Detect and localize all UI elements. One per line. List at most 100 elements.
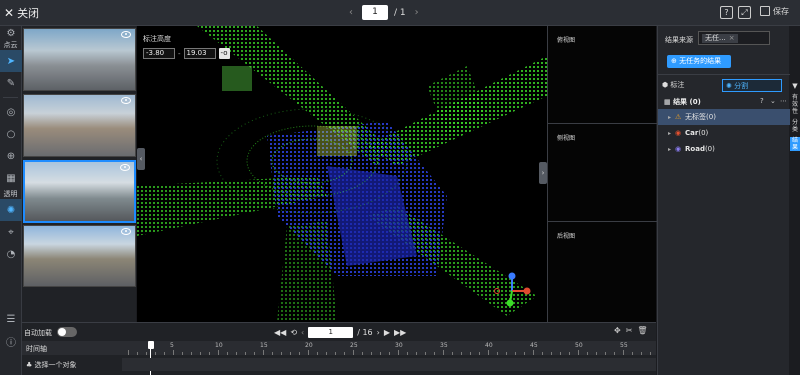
list-item[interactable]: ▸ ◉ Road(0)	[658, 141, 790, 157]
timeline-tick-label: 55	[620, 342, 628, 349]
timeline-ticks: 5 10 15 20 25 30 35 40 45 50 55	[122, 341, 656, 355]
caret-right-icon[interactable]: ▸	[668, 114, 671, 121]
timeline-tick	[191, 352, 192, 355]
lasso-tool-icon[interactable]: ⌖	[0, 221, 22, 243]
playback-controls: ◀◀ ⟲ ‹ 1 / 16 › ▶ ▶▶	[274, 326, 406, 338]
close-button[interactable]: ✕ 关闭	[4, 5, 39, 21]
top-view[interactable]: 俯视图	[548, 26, 657, 124]
autoload-toggle[interactable]	[57, 327, 77, 337]
timeline-tick	[578, 350, 579, 355]
circle-tool-icon[interactable]: ○	[0, 123, 22, 145]
caret-right-icon[interactable]: ▸	[668, 146, 671, 153]
rewind-icon[interactable]: ◀◀	[274, 328, 286, 337]
more-icon[interactable]: ⋯	[780, 97, 787, 105]
caret-right-icon[interactable]: ▸	[668, 130, 671, 137]
height-apply-button[interactable]: -o	[218, 48, 230, 59]
timeline-tick-label: 25	[350, 342, 358, 349]
timeline-tick	[227, 352, 228, 355]
list-item[interactable]: ▸ ⚠ 无标签(0)	[658, 109, 790, 125]
source-chip[interactable]: 无任... ×	[702, 34, 738, 43]
no-task-results-button[interactable]: ⊕ 无任务的结果	[667, 55, 731, 68]
move-icon[interactable]: ✥	[614, 326, 626, 335]
next-frame-icon[interactable]: ›	[377, 328, 380, 337]
back-view[interactable]: 后视图	[548, 222, 657, 320]
class-tag-icon: ◉	[675, 129, 682, 137]
timeline-tick	[497, 352, 498, 355]
delete-icon[interactable]: 🗑	[637, 326, 652, 335]
height-max-input[interactable]: 19.03	[183, 48, 216, 59]
list-item[interactable]: ▸ ◉ Car(0)	[658, 125, 790, 141]
brush-tool-icon[interactable]: ◔	[0, 243, 22, 265]
eye-icon[interactable]	[121, 97, 131, 104]
transparent-tool-label: 透明	[3, 190, 18, 198]
timeline-tick	[533, 350, 534, 355]
tab-validity[interactable]: 有效性	[790, 94, 800, 115]
timeline-tick	[236, 352, 237, 355]
target-tool-icon[interactable]: ◎	[0, 101, 22, 123]
help-icon[interactable]: ?	[720, 6, 733, 19]
sliders-icon[interactable]: ☰	[0, 308, 22, 330]
settings-icon[interactable]: ⚙	[0, 26, 22, 40]
tab-segment[interactable]: ✺ 分割	[722, 79, 782, 92]
result-tabs: ⬢ 标注 ✺ 分割	[662, 79, 786, 92]
timeline-tick	[416, 352, 417, 355]
result-source-select[interactable]: 无任... ×	[698, 31, 770, 45]
object-select-label[interactable]: ♣ 选择一个对象	[26, 360, 77, 370]
camera-view-2[interactable]	[23, 94, 136, 157]
result-list: ▸ ⚠ 无标签(0) ▸ ◉ Car(0) ▸ ◉ Road(0)	[658, 109, 790, 157]
object-row: ♣ 选择一个对象	[22, 357, 656, 372]
tab-results[interactable]: 结果	[790, 137, 800, 151]
collapse-right-button[interactable]: ›	[539, 162, 547, 184]
camera-view-3[interactable]	[23, 160, 136, 223]
timeline-tick	[362, 352, 363, 355]
help-icon[interactable]: ?	[760, 97, 764, 105]
layers-tool-icon[interactable]: ▦	[0, 167, 22, 189]
eye-icon[interactable]	[121, 31, 131, 38]
playhead-handle[interactable]	[148, 341, 154, 349]
timeline-tick	[272, 352, 273, 355]
camera-view-1[interactable]	[23, 28, 136, 91]
height-filter-label: 标注高度	[143, 35, 171, 43]
play-icon[interactable]: ▶	[384, 328, 390, 337]
prev-frame-icon[interactable]: ‹	[301, 328, 304, 337]
timeline-tick	[605, 352, 606, 355]
timeline-tick	[542, 352, 543, 355]
tab-annotate[interactable]: ⬢ 标注	[662, 79, 684, 92]
timeline-label: 时间轴	[26, 345, 47, 353]
timeline-tick-label: 50	[575, 342, 583, 349]
timeline-tick	[299, 352, 300, 355]
replay-icon[interactable]: ⟲	[290, 328, 297, 337]
fast-forward-icon[interactable]: ▶▶	[394, 328, 406, 337]
timeline-tick	[254, 352, 255, 355]
save-button[interactable]: 保存	[760, 6, 789, 17]
pointcloud-3d-view[interactable]: 标注高度 -3.80 - 19.03 -o	[137, 26, 547, 322]
eye-icon[interactable]	[121, 228, 131, 235]
camera-view-4[interactable]	[23, 225, 136, 287]
timeline-tick	[641, 352, 642, 355]
segment-tool-icon[interactable]: ✺	[0, 199, 22, 221]
timeline-tick	[614, 352, 615, 355]
height-min-input[interactable]: -3.80	[143, 48, 175, 59]
filter-icon[interactable]: ▼	[790, 82, 800, 90]
tab-classification[interactable]: 分类	[790, 119, 800, 133]
object-track[interactable]	[122, 358, 656, 371]
pen-tool-icon[interactable]: ✎	[0, 72, 22, 94]
next-page-icon[interactable]: ›	[412, 7, 422, 18]
collapse-left-button[interactable]: ‹	[137, 148, 145, 170]
page-input[interactable]: 1	[362, 5, 388, 20]
timeline-tick	[443, 350, 444, 355]
cut-icon[interactable]: ✂	[626, 326, 638, 335]
frame-input[interactable]: 1	[308, 326, 354, 338]
globe-tool-icon[interactable]: ⊕	[0, 145, 22, 167]
fullscreen-icon[interactable]: ⤢	[738, 6, 751, 19]
chip-close-icon[interactable]: ×	[729, 34, 735, 42]
select-tool-icon[interactable]: ➤	[0, 50, 22, 72]
prev-page-icon[interactable]: ‹	[346, 7, 356, 18]
collapse-all-icon[interactable]: ⌄	[770, 97, 776, 105]
frame-total: / 16	[357, 327, 373, 337]
eye-icon[interactable]	[120, 164, 130, 171]
info-icon[interactable]: ⓘ	[0, 330, 22, 352]
timeline-ruler[interactable]: 时间轴 5 10 15 20 25 30 35 40 45 50 55	[22, 341, 656, 355]
side-view[interactable]: 侧视图	[548, 124, 657, 222]
axis-gizmo[interactable]	[492, 271, 532, 311]
